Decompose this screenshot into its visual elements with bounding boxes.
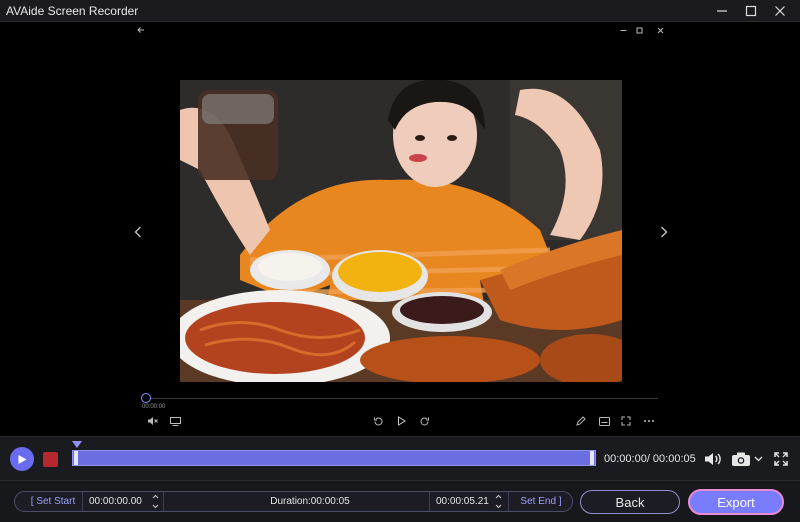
timeline-clip-track[interactable] — [72, 450, 596, 466]
caption-icon — [598, 416, 610, 426]
preview-minimize-button[interactable] — [616, 24, 630, 36]
chevron-down-icon — [495, 504, 501, 509]
preview-progress-knob[interactable] — [141, 393, 151, 403]
preview-progress-track[interactable] — [146, 398, 658, 399]
mute-icon — [147, 417, 158, 425]
timeline-time-display: 00:00:00/ 00:00:05 — [604, 453, 696, 465]
maximize-icon — [745, 5, 757, 17]
set-start-button[interactable]: [ Set Start — [21, 492, 85, 511]
rotate-right-icon — [420, 416, 429, 425]
volume-icon — [705, 453, 721, 465]
camera-icon — [732, 452, 750, 466]
timeline-bar: 00:00:00/ 00:00:05 — [0, 436, 800, 480]
set-end-button[interactable]: Set End ] — [513, 492, 569, 511]
volume-button[interactable] — [702, 449, 724, 469]
title-bar: AVAide Screen Recorder — [0, 0, 800, 22]
minimize-icon — [620, 29, 626, 31]
video-thumbnail-image — [180, 80, 622, 382]
end-time-field[interactable]: 00:00:05.21 — [436, 492, 489, 511]
start-time-stepper[interactable] — [151, 494, 159, 509]
chevron-left-icon — [134, 226, 141, 238]
app-window: AVAide Screen Recorder 00:00:00 00:00:00… — [0, 0, 800, 522]
fullscreen-icon — [774, 452, 788, 466]
chevron-down-icon — [754, 456, 763, 462]
preview-back-button[interactable] — [134, 24, 148, 36]
close-icon — [657, 27, 663, 33]
preview-fullscreen-button[interactable] — [618, 414, 634, 428]
rotate-left-button[interactable] — [370, 414, 386, 428]
preview-close-button[interactable] — [653, 24, 667, 36]
video-frame[interactable] — [180, 80, 622, 382]
close-button[interactable] — [766, 0, 794, 22]
play-icon — [397, 416, 406, 426]
stop-button[interactable] — [43, 452, 58, 467]
restore-icon — [636, 27, 642, 33]
clip-start-handle[interactable] — [74, 451, 78, 465]
bottom-bar: [ Set Start 00:00:00.00 Duration:00:00:0… — [0, 480, 800, 522]
minimize-icon — [717, 10, 727, 12]
end-time-stepper[interactable] — [494, 494, 502, 509]
duration-label: Duration:00:00:05 — [270, 496, 350, 507]
preview-area: 00:00:00 — [0, 22, 800, 434]
preview-restore-button[interactable] — [632, 24, 646, 36]
timeline-playhead[interactable] — [72, 441, 82, 448]
close-icon — [775, 6, 785, 16]
more-icon — [644, 420, 654, 422]
maximize-button[interactable] — [737, 0, 765, 22]
fullscreen-button[interactable] — [771, 449, 791, 469]
edit-button[interactable] — [573, 414, 589, 428]
chevron-up-icon — [495, 494, 501, 499]
edit-icon — [576, 416, 586, 426]
back-arrow-icon — [137, 27, 144, 33]
clip-range-bar: [ Set Start 00:00:00.00 Duration:00:00:0… — [14, 491, 573, 512]
chevron-right-icon — [661, 226, 668, 238]
window-title: AVAide Screen Recorder — [6, 4, 139, 18]
minimize-button[interactable] — [708, 0, 736, 22]
subtitle-icon — [169, 416, 181, 426]
more-button[interactable] — [641, 414, 657, 428]
start-time-field[interactable]: 00:00:00.00 — [89, 492, 142, 511]
mute-button[interactable] — [144, 414, 160, 428]
previous-arrow[interactable] — [130, 222, 146, 242]
chevron-up-icon — [152, 494, 158, 499]
fullscreen-icon — [621, 416, 631, 426]
rotate-left-icon — [373, 416, 382, 425]
snapshot-button[interactable] — [730, 449, 764, 469]
rotate-right-button[interactable] — [416, 414, 432, 428]
clip-end-handle[interactable] — [590, 451, 594, 465]
back-button[interactable]: Back — [580, 490, 680, 514]
caption-button[interactable] — [596, 414, 612, 428]
next-arrow[interactable] — [656, 222, 672, 242]
subtitle-button[interactable] — [167, 414, 183, 428]
export-button[interactable]: Export — [688, 489, 784, 515]
preview-play-button[interactable] — [393, 414, 409, 428]
play-button[interactable] — [10, 447, 34, 471]
preview-current-time: 00:00:00 — [142, 404, 166, 410]
chevron-down-icon — [152, 504, 158, 509]
play-icon — [18, 454, 27, 464]
